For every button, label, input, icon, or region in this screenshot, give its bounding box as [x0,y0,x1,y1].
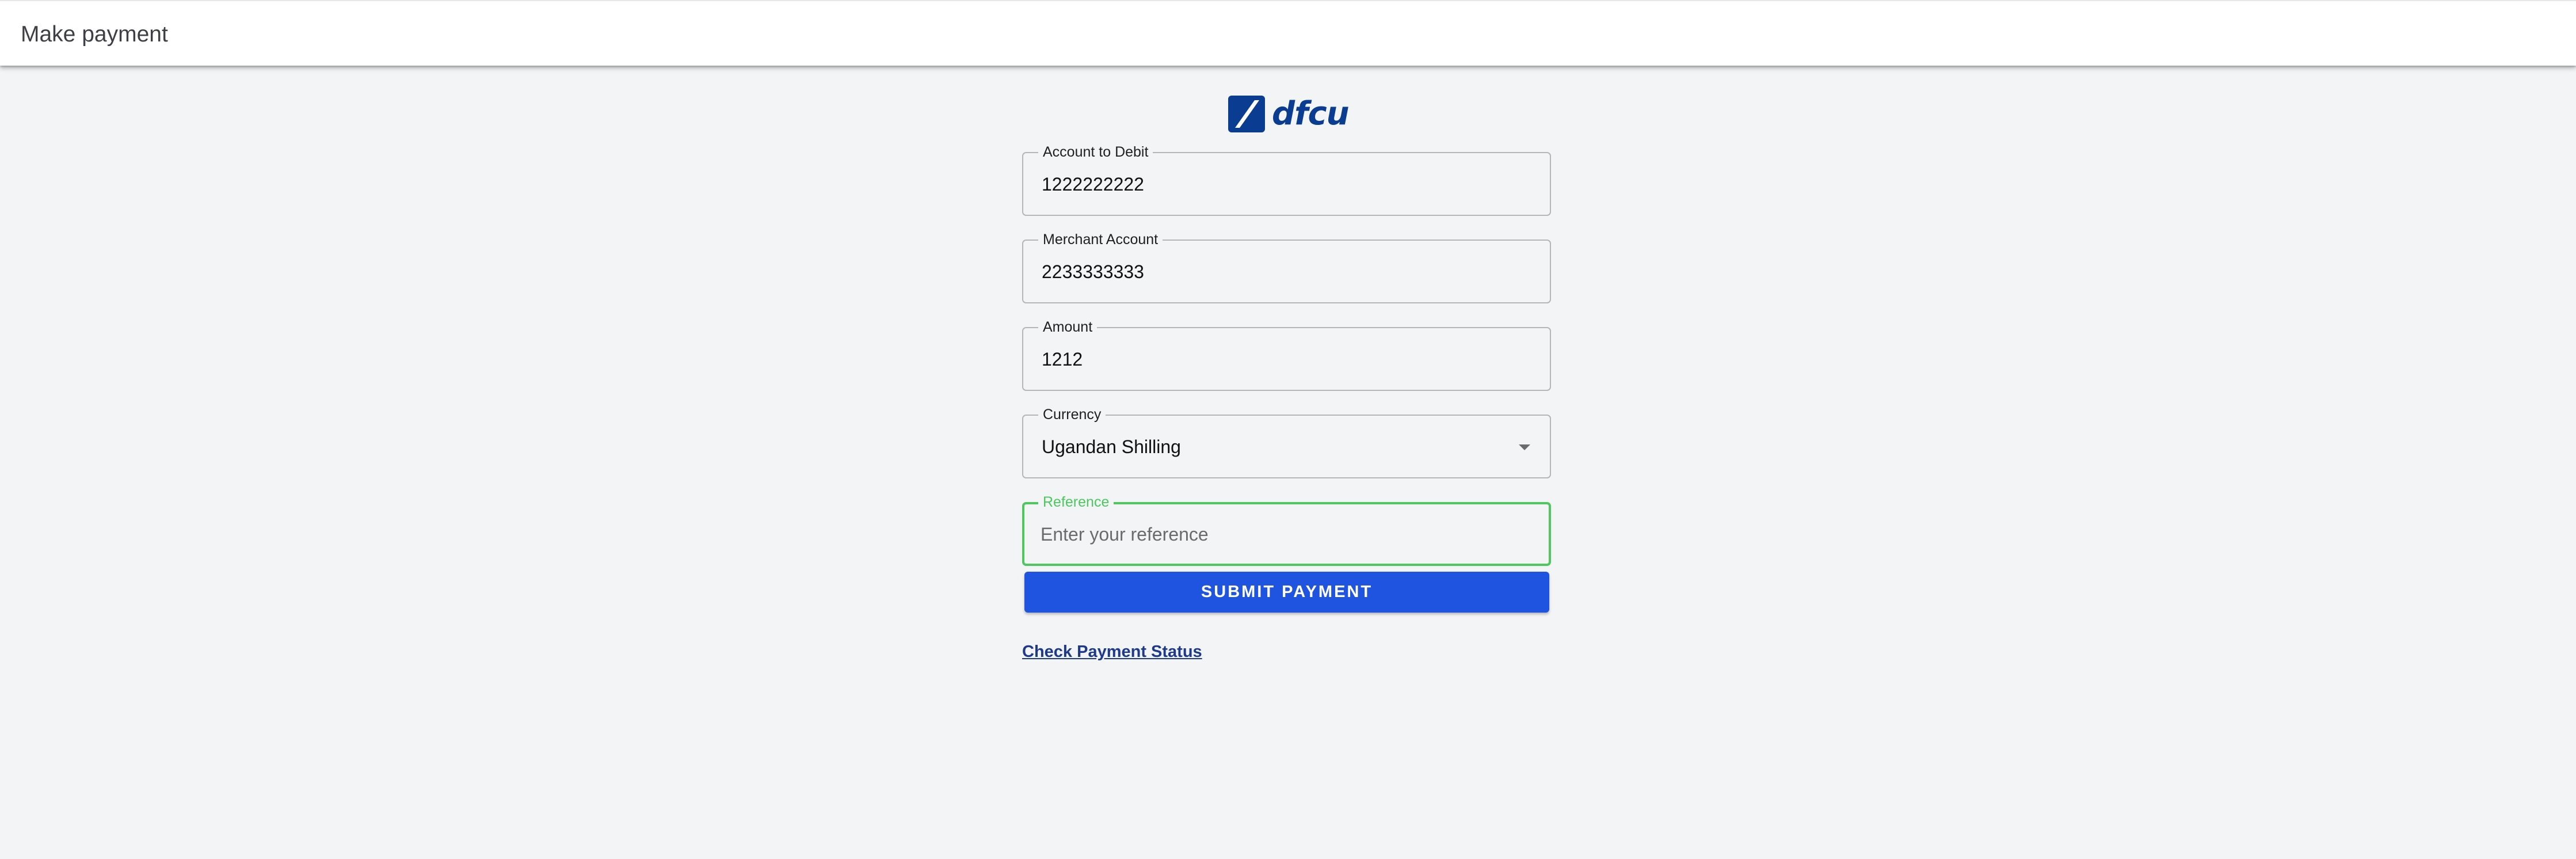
reference-input[interactable] [1041,520,1524,548]
amount-value[interactable]: 1212 [1042,348,1083,371]
check-payment-status-link[interactable]: Check Payment Status [1022,641,1202,663]
currency-label: Currency [1038,405,1106,424]
merchant-account-field[interactable]: Merchant Account 2233333333 [1022,230,1551,303]
amount-field[interactable]: Amount 1212 [1022,317,1551,391]
merchant-account-value[interactable]: 2233333333 [1042,260,1144,283]
reference-label: Reference [1038,492,1114,512]
currency-value[interactable]: Ugandan Shilling [1042,435,1181,458]
caret-down-icon[interactable] [1519,444,1530,450]
reference-field[interactable]: Reference [1022,492,1551,566]
currency-select[interactable]: Currency Ugandan Shilling [1022,405,1551,478]
account-to-debit-field[interactable]: Account to Debit 1222222222 [1022,142,1551,216]
account-to-debit-value[interactable]: 1222222222 [1042,173,1144,196]
dfcu-logo: dfcu [1228,95,1350,133]
account-to-debit-label: Account to Debit [1038,142,1153,162]
merchant-account-label: Merchant Account [1038,230,1163,249]
logo-wordmark: dfcu [1272,95,1350,132]
page-title: Make payment [21,22,168,47]
amount-label: Amount [1038,317,1098,337]
slash-square-icon [1228,96,1265,132]
app-bar: Make payment [0,0,2576,66]
submit-payment-button[interactable]: Submit Payment [1024,572,1549,613]
